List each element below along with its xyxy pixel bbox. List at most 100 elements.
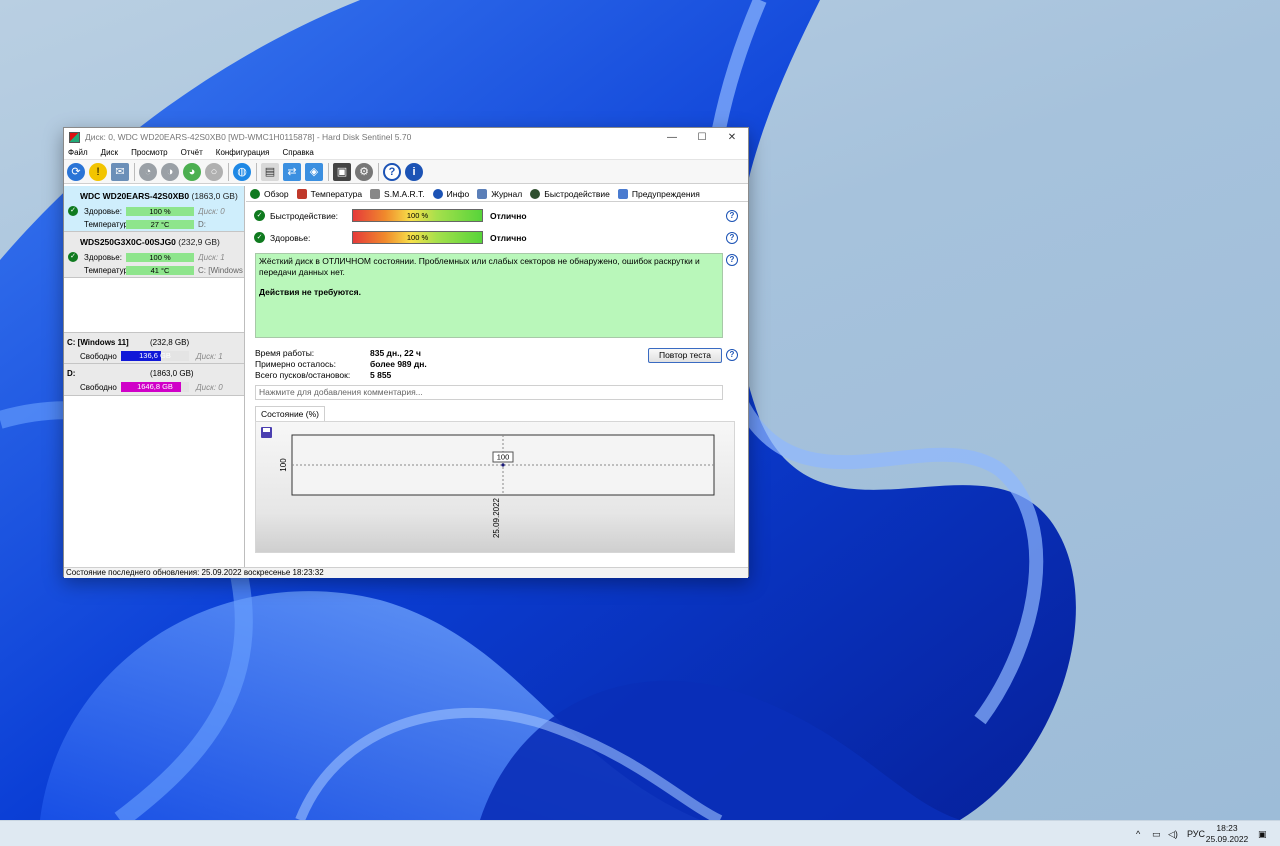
help-performance-icon[interactable]: ?: [726, 210, 738, 222]
volume-card-d[interactable]: D: (1863,0 GB) Свободно 1646,8 GB Диск: …: [64, 364, 244, 396]
thermometer-icon: [296, 188, 307, 199]
clock-date: 25.09.2022: [1205, 834, 1249, 844]
chart-tab-health[interactable]: Состояние (%): [255, 406, 325, 421]
info-icon[interactable]: i: [405, 162, 423, 181]
health-bar: 100 %: [126, 207, 194, 216]
document-icon[interactable]: ▤: [261, 162, 279, 181]
menu-file[interactable]: Файл: [68, 148, 88, 157]
disk-name: WDC WD20EARS-42S0XB0 (1863,0 GB): [80, 191, 238, 201]
notifications-icon[interactable]: ▣: [1258, 821, 1267, 846]
ok-check-icon: ✓: [254, 232, 265, 243]
free-space-bar: 136,6 GB: [121, 351, 189, 361]
clock-time: 18:23: [1216, 823, 1238, 833]
health-chart-svg: 100 25.09.2022 100: [279, 434, 715, 538]
disk-ok-icon[interactable]: ◕: [183, 162, 201, 181]
warning-doc-icon: [617, 188, 628, 199]
hds-window: Диск: 0, WDC WD20EARS-42S0XB0 [WD-WMC1H0…: [63, 127, 749, 578]
minimize-button[interactable]: —: [657, 128, 687, 146]
ok-check-icon: ✓: [68, 206, 78, 216]
help-status-icon[interactable]: ?: [726, 254, 738, 266]
disk-health-row: ✓ Здоровье: 100 % Диск: 0: [64, 206, 245, 218]
status-description: Жёсткий диск в ОТЛИЧНОМ состоянии. Пробл…: [255, 253, 723, 338]
toolbar: ⟳ ! ✉ ◔ ◑ ◕ ○ ◍ ▤ ⇄ ◈ ▣ ⚙ ? i: [64, 160, 748, 184]
disk-icon: [370, 188, 381, 199]
toolbar-separator: [134, 162, 135, 181]
menu-report[interactable]: Отчёт: [181, 148, 203, 157]
retest-button[interactable]: Повтор теста: [648, 348, 722, 363]
help-icon[interactable]: ?: [383, 162, 401, 181]
data-label: 100: [497, 453, 510, 462]
performance-bar: 100 %: [352, 209, 483, 222]
tab-temperature[interactable]: Температура: [296, 188, 362, 199]
disk-tool-icon[interactable]: ◔: [139, 162, 157, 181]
monitor-icon[interactable]: ▣: [333, 162, 351, 181]
volume-icon[interactable]: ◁): [1168, 821, 1178, 846]
temp-bar: 27 °C: [126, 220, 194, 229]
disk-temp-row: Температура: 27 °C D:: [84, 220, 206, 229]
disk-erase-icon[interactable]: ○: [205, 162, 223, 181]
disk-card-0[interactable]: WDC WD20EARS-42S0XB0 (1863,0 GB) ✓ Здоро…: [64, 186, 244, 232]
performance-row: ✓ Быстродействие: 100 % Отлично: [252, 209, 742, 223]
close-button[interactable]: ✕: [717, 128, 747, 146]
tab-performance[interactable]: Быстродействие: [530, 188, 610, 199]
ok-check-icon: ✓: [254, 210, 265, 221]
temp-bar: 41 °C: [126, 266, 194, 275]
free-space-bar: 1646,8 GB: [121, 382, 189, 392]
tab-warnings[interactable]: Предупреждения: [617, 188, 700, 199]
alert-icon[interactable]: !: [89, 162, 107, 181]
settings-icon[interactable]: ⚙: [355, 162, 373, 181]
toolbar-separator: [228, 162, 229, 181]
tab-log[interactable]: Журнал: [477, 188, 522, 199]
help-health-icon[interactable]: ?: [726, 232, 738, 244]
volume-free-row: Свободно 1646,8 GB Диск: 0: [80, 382, 223, 392]
status-bar: Состояние последнего обновления: 25.09.2…: [64, 567, 748, 578]
tab-smart[interactable]: S.M.A.R.T.: [370, 188, 425, 199]
language-indicator[interactable]: РУС: [1187, 821, 1205, 846]
tab-info[interactable]: Инфо: [432, 188, 469, 199]
sync-icon[interactable]: ⇄: [283, 162, 301, 181]
globe-icon[interactable]: ◍: [233, 162, 251, 181]
menu-disk[interactable]: Диск: [101, 148, 118, 157]
disk-card-1[interactable]: WDS250G3X0C-00SJG0 (232,9 GB) ✓ Здоровье…: [64, 232, 244, 278]
comment-input[interactable]: Нажмите для добавления комментария...: [255, 385, 723, 400]
log-icon: [477, 188, 488, 199]
toolbar-separator: [328, 162, 329, 181]
info-icon: [432, 188, 443, 199]
clock[interactable]: 18:23 25.09.2022: [1205, 821, 1249, 846]
menu-config[interactable]: Конфигурация: [216, 148, 270, 157]
ok-check-icon: ✓: [68, 252, 78, 262]
volume-free-row: Свободно 136,6 GB Диск: 1: [80, 351, 223, 361]
network-icon[interactable]: ▭: [1152, 821, 1161, 846]
health-row: ✓ Здоровье: 100 % Отлично: [252, 231, 742, 245]
menu-view[interactable]: Просмотр: [131, 148, 168, 157]
data-point: [501, 463, 505, 467]
toolbar-separator: [256, 162, 257, 181]
tab-strip: Обзор Температура S.M.A.R.T. Инфо Журнал…: [246, 186, 748, 202]
check-circle-icon: [250, 188, 260, 199]
uptime-stat: Время работы: 835 дн., 22 ч: [255, 348, 421, 358]
tab-overview[interactable]: Обзор: [250, 188, 289, 199]
report-icon[interactable]: ✉: [111, 162, 129, 181]
speedometer-icon: [530, 188, 541, 199]
network-icon[interactable]: ◈: [305, 162, 323, 181]
remaining-stat: Примерно осталось: более 989 дн.: [255, 359, 427, 369]
menu-bar: Файл Диск Просмотр Отчёт Конфигурация Сп…: [64, 146, 748, 160]
maximize-button[interactable]: ☐: [687, 128, 717, 146]
disk-test-icon[interactable]: ◑: [161, 162, 179, 181]
health-bar: 100 %: [126, 253, 194, 262]
disk-list-spacer: [64, 278, 244, 332]
help-retest-icon[interactable]: ?: [726, 349, 738, 361]
menu-help[interactable]: Справка: [282, 148, 313, 157]
app-icon: [69, 131, 80, 143]
taskbar: ^ ▭ ◁) РУС 18:23 25.09.2022 ▣: [0, 820, 1280, 846]
tray-chevron-icon[interactable]: ^: [1136, 821, 1140, 846]
title-bar[interactable]: Диск: 0, WDC WD20EARS-42S0XB0 [WD-WMC1H0…: [64, 128, 748, 146]
volume-card-c[interactable]: C: [Windows 11] (232,8 GB) Свободно 136,…: [64, 332, 244, 364]
window-title: Диск: 0, WDC WD20EARS-42S0XB0 [WD-WMC1H0…: [85, 132, 412, 142]
x-tick-label: 25.09.2022: [492, 497, 501, 538]
toolbar-separator: [378, 162, 379, 181]
refresh-icon[interactable]: ⟳: [67, 162, 85, 181]
health-chart: 100 25.09.2022 100: [255, 421, 735, 553]
startstop-stat: Всего пусков/остановок: 5 855: [255, 370, 392, 380]
disk-name: WDS250G3X0C-00SJG0 (232,9 GB): [80, 237, 220, 247]
